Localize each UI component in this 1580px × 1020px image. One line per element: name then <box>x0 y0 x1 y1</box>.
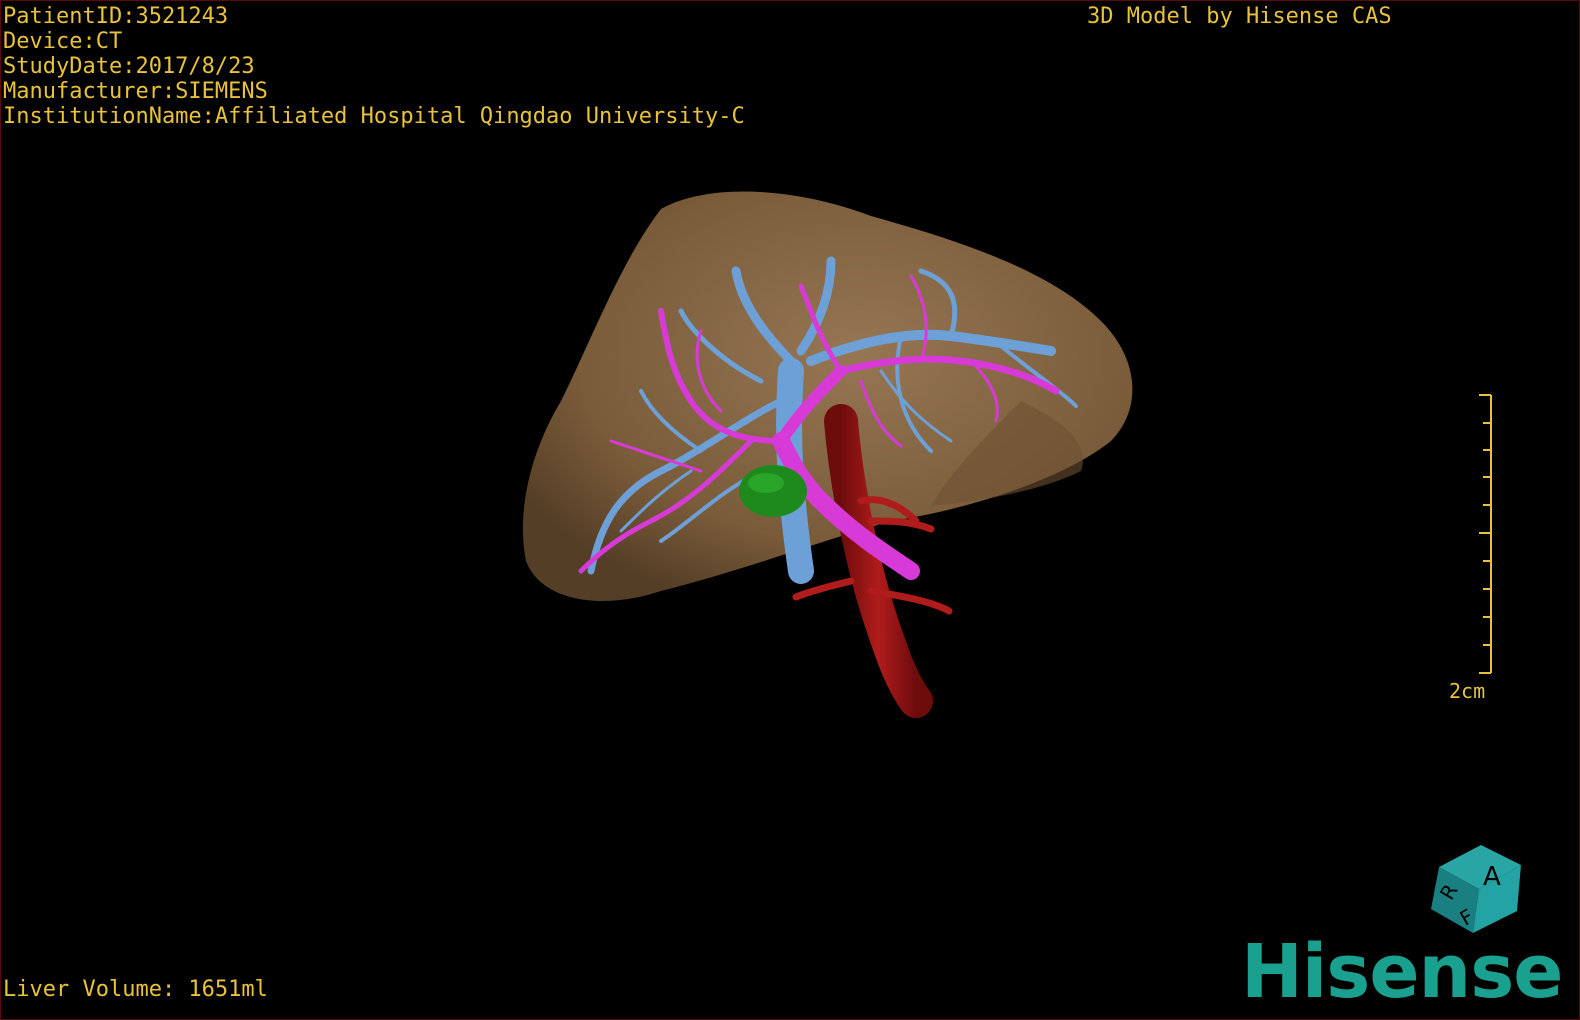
cube-face-top: A <box>1483 862 1501 892</box>
institution-name: InstitutionName:Affiliated Hospital Qing… <box>3 104 745 129</box>
liver-surface <box>522 191 1133 601</box>
scale-bar <box>1479 394 1492 674</box>
liver-3d-model[interactable] <box>1 1 1579 1019</box>
patient-info-overlay: PatientID:3521243 Device:CT StudyDate:20… <box>3 4 745 129</box>
liver-volume: Liver Volume: 1651ml <box>3 977 268 1002</box>
3d-viewport[interactable]: PatientID:3521243 Device:CT StudyDate:20… <box>0 0 1580 1020</box>
model-credit: 3D Model by Hisense CAS <box>1087 4 1392 29</box>
patient-id: PatientID:3521243 <box>3 4 229 29</box>
study-date: StudyDate:2017/8/23 <box>3 54 255 79</box>
hisense-logo: Hisense <box>1241 929 1563 1015</box>
gallbladder-highlight <box>748 473 784 493</box>
device: Device:CT <box>3 29 123 54</box>
manufacturer: Manufacturer:SIEMENS <box>3 79 268 104</box>
scale-bar-label: 2cm <box>1449 679 1486 703</box>
